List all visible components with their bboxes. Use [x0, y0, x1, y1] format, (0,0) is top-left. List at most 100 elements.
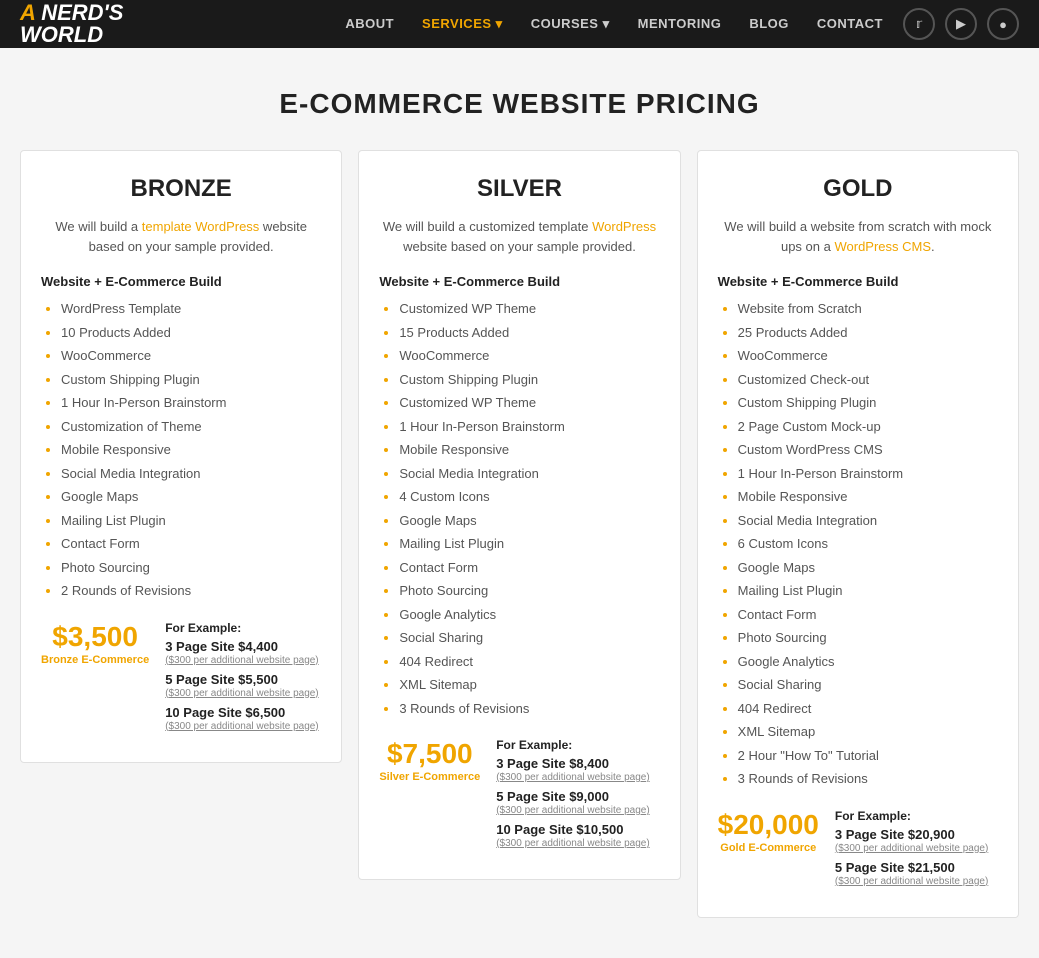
silver-desc-link[interactable]: WordPress [592, 219, 656, 234]
silver-price-examples: For Example: 3 Page Site $8,400 ($300 pe… [496, 738, 659, 855]
gold-price-sub-1: ($300 per additional website page) [835, 843, 998, 854]
silver-title: SILVER [379, 175, 659, 203]
silver-price-sub-3: ($300 per additional website page) [496, 838, 659, 849]
list-item: Website from Scratch [738, 299, 998, 319]
bronze-price-row-2: 5 Page Site $5,500 [165, 672, 321, 687]
list-item: WooCommerce [399, 346, 659, 366]
list-item: Social Media Integration [61, 464, 321, 484]
instagram-icon[interactable]: ● [987, 8, 1019, 40]
bronze-price-amount: $3,500 [41, 621, 149, 653]
gold-price-examples: For Example: 3 Page Site $20,900 ($300 p… [835, 809, 998, 893]
list-item: Social Media Integration [738, 511, 998, 531]
navbar: A NERD'SWORLD ABOUT SERVICES ▾ COURSES ▾… [0, 0, 1039, 48]
pricing-grid: BRONZE We will build a template WordPres… [0, 150, 1039, 958]
list-item: Customized WP Theme [399, 393, 659, 413]
bronze-card: BRONZE We will build a template WordPres… [20, 150, 342, 763]
list-item: 404 Redirect [738, 699, 998, 719]
silver-pricing: $7,500 Silver E-Commerce For Example: 3 … [379, 738, 659, 855]
bronze-desc: We will build a template WordPress websi… [41, 217, 321, 256]
bronze-price-sub-1: ($300 per additional website page) [165, 655, 321, 666]
list-item: 10 Products Added [61, 323, 321, 343]
list-item: Custom WordPress CMS [738, 440, 998, 460]
list-item: Social Sharing [399, 628, 659, 648]
nav-services[interactable]: SERVICES ▾ [422, 16, 503, 31]
list-item: Google Maps [61, 487, 321, 507]
list-item: Google Maps [738, 558, 998, 578]
list-item: 4 Custom Icons [399, 487, 659, 507]
bronze-feature-list: WordPress Template 10 Products Added Woo… [41, 299, 321, 601]
twitter-icon[interactable]: 𝕣 [903, 8, 935, 40]
nav-courses[interactable]: COURSES ▾ [531, 16, 610, 31]
bronze-price-sub-3: ($300 per additional website page) [165, 721, 321, 732]
nav-blog[interactable]: BLOG [749, 16, 789, 31]
list-item: XML Sitemap [399, 675, 659, 695]
list-item: Google Analytics [738, 652, 998, 672]
list-item: 3 Rounds of Revisions [738, 769, 998, 789]
gold-for-example: For Example: [835, 809, 998, 823]
list-item: Contact Form [61, 534, 321, 554]
silver-price-amount: $7,500 [379, 738, 480, 770]
list-item: Mobile Responsive [61, 440, 321, 460]
bronze-price-row-1: 3 Page Site $4,400 [165, 639, 321, 654]
silver-price-row-1: 3 Page Site $8,400 [496, 756, 659, 771]
list-item: Custom Shipping Plugin [738, 393, 998, 413]
silver-price-sub-1: ($300 per additional website page) [496, 772, 659, 783]
gold-section-header: Website + E-Commerce Build [718, 274, 998, 289]
gold-price-row-2: 5 Page Site $21,500 [835, 860, 998, 875]
list-item: WordPress Template [61, 299, 321, 319]
list-item: Custom Shipping Plugin [61, 370, 321, 390]
list-item: 1 Hour In-Person Brainstorm [61, 393, 321, 413]
list-item: 2 Hour "How To" Tutorial [738, 746, 998, 766]
list-item: 2 Rounds of Revisions [61, 581, 321, 601]
silver-desc: We will build a customized template Word… [379, 217, 659, 256]
list-item: 1 Hour In-Person Brainstorm [399, 417, 659, 437]
list-item: Photo Sourcing [399, 581, 659, 601]
nav-about[interactable]: ABOUT [345, 16, 394, 31]
silver-section-header: Website + E-Commerce Build [379, 274, 659, 289]
nav-mentoring[interactable]: MENTORING [638, 16, 722, 31]
list-item: 404 Redirect [399, 652, 659, 672]
gold-desc-link[interactable]: WordPress CMS [834, 239, 931, 254]
list-item: 2 Page Custom Mock-up [738, 417, 998, 437]
list-item: Mailing List Plugin [738, 581, 998, 601]
bronze-for-example: For Example: [165, 621, 321, 635]
gold-card: GOLD We will build a website from scratc… [697, 150, 1019, 918]
gold-title: GOLD [718, 175, 998, 203]
list-item: Mailing List Plugin [399, 534, 659, 554]
silver-price-row-3: 10 Page Site $10,500 [496, 822, 659, 837]
list-item: Customized WP Theme [399, 299, 659, 319]
list-item: Google Maps [399, 511, 659, 531]
silver-card: SILVER We will build a customized templa… [358, 150, 680, 880]
list-item: Mailing List Plugin [61, 511, 321, 531]
list-item: 15 Products Added [399, 323, 659, 343]
list-item: WooCommerce [61, 346, 321, 366]
list-item: Google Analytics [399, 605, 659, 625]
silver-price-label: Silver E-Commerce [379, 770, 480, 784]
bronze-price-sub-2: ($300 per additional website page) [165, 688, 321, 699]
list-item: Photo Sourcing [61, 558, 321, 578]
bronze-pricing: $3,500 Bronze E-Commerce For Example: 3 … [41, 621, 321, 738]
bronze-title: BRONZE [41, 175, 321, 203]
list-item: Social Media Integration [399, 464, 659, 484]
nav-contact[interactable]: CONTACT [817, 16, 883, 31]
gold-price-sub-2: ($300 per additional website page) [835, 876, 998, 887]
social-icons: 𝕣 ▶ ● [903, 8, 1019, 40]
nav-links: ABOUT SERVICES ▾ COURSES ▾ MENTORING BLO… [345, 15, 883, 33]
gold-price-label: Gold E-Commerce [718, 841, 819, 855]
silver-price-sub-2: ($300 per additional website page) [496, 805, 659, 816]
list-item: 25 Products Added [738, 323, 998, 343]
silver-feature-list: Customized WP Theme 15 Products Added Wo… [379, 299, 659, 718]
silver-price-main: $7,500 Silver E-Commerce [379, 738, 480, 784]
bronze-price-main: $3,500 Bronze E-Commerce [41, 621, 149, 667]
gold-feature-list: Website from Scratch 25 Products Added W… [718, 299, 998, 789]
bronze-price-label: Bronze E-Commerce [41, 653, 149, 667]
site-logo[interactable]: A NERD'SWORLD [20, 2, 123, 46]
list-item: Contact Form [399, 558, 659, 578]
bronze-price-examples: For Example: 3 Page Site $4,400 ($300 pe… [165, 621, 321, 738]
youtube-icon[interactable]: ▶ [945, 8, 977, 40]
list-item: Customized Check-out [738, 370, 998, 390]
list-item: XML Sitemap [738, 722, 998, 742]
gold-price-row-1: 3 Page Site $20,900 [835, 827, 998, 842]
gold-price-main: $20,000 Gold E-Commerce [718, 809, 819, 855]
bronze-desc-link[interactable]: template WordPress [142, 219, 260, 234]
